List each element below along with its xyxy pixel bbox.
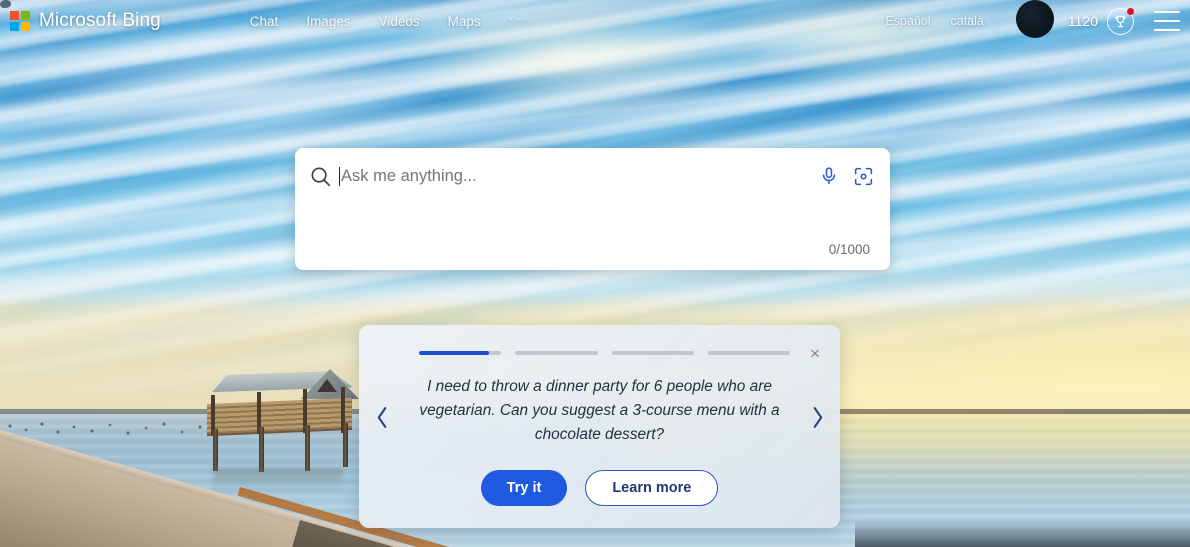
search-input[interactable]: [341, 166, 819, 186]
card-top: ×: [359, 325, 840, 364]
progress-indicator: [419, 351, 790, 355]
brand-name: Microsoft Bing: [39, 10, 161, 31]
bing-homepage: Microsoft Bing Chat Images Videos Maps ·…: [0, 0, 1190, 547]
nav-images[interactable]: Images: [292, 8, 364, 35]
notification-dot: [1127, 7, 1134, 15]
search-icon: [305, 161, 335, 191]
header-right-cluster: Español català 1120: [875, 0, 1190, 38]
card-actions: Try it Learn more: [359, 470, 840, 528]
chevron-left-icon: [377, 406, 386, 428]
try-it-button[interactable]: Try it: [480, 470, 568, 506]
nav-more-icon[interactable]: ···: [495, 4, 544, 39]
close-icon[interactable]: ×: [804, 342, 826, 364]
hamburger-menu-icon[interactable]: [1154, 11, 1180, 31]
trophy-icon: [1115, 15, 1126, 27]
search-input-wrap: [335, 166, 819, 186]
suggestion-text: I need to throw a dinner party for 6 peo…: [419, 378, 780, 443]
main-nav: Chat Images Videos Maps ···: [236, 4, 544, 39]
nav-videos[interactable]: Videos: [365, 8, 434, 35]
visual-search-icon[interactable]: [853, 166, 874, 187]
background-pier: [195, 365, 370, 494]
progress-segment[interactable]: [515, 351, 598, 355]
microsoft-logo-icon: [10, 11, 30, 31]
learn-more-button[interactable]: Learn more: [585, 470, 719, 506]
top-navigation-bar: Microsoft Bing Chat Images Videos Maps ·…: [0, 0, 1190, 42]
microphone-icon[interactable]: [819, 166, 839, 186]
search-box: 0/1000: [295, 148, 890, 270]
language-espanol[interactable]: Español: [875, 8, 940, 34]
chevron-right-icon: [813, 406, 822, 428]
background-shore: [855, 519, 1190, 547]
previous-suggestion-button[interactable]: [365, 405, 399, 430]
progress-segment[interactable]: [419, 351, 502, 355]
nav-chat[interactable]: Chat: [236, 8, 293, 35]
character-counter: 0/1000: [828, 242, 870, 257]
rewards-points: 1120: [1067, 13, 1098, 29]
progress-segment[interactable]: [707, 351, 790, 355]
suggestion-card: × I need to throw a dinner party for 6 p…: [359, 325, 840, 528]
search-actions: [819, 166, 874, 187]
rewards-button[interactable]: [1107, 7, 1134, 35]
text-cursor: [339, 166, 340, 186]
bing-brand-link[interactable]: Microsoft Bing: [10, 10, 161, 32]
nav-maps[interactable]: Maps: [434, 8, 495, 35]
language-catala[interactable]: català: [941, 8, 994, 34]
card-body: I need to throw a dinner party for 6 peo…: [359, 364, 840, 470]
search-row: [295, 148, 890, 204]
avatar[interactable]: [1015, 0, 1054, 38]
next-suggestion-button[interactable]: [800, 405, 834, 430]
progress-segment[interactable]: [611, 351, 694, 355]
